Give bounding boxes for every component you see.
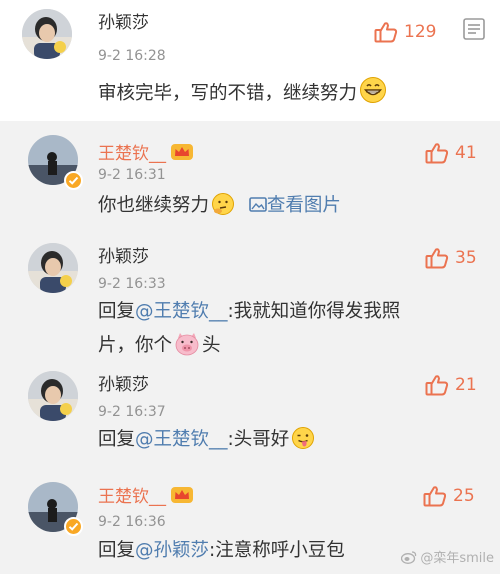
top-comment-time: 9-2 16:28 [98, 48, 166, 64]
reply-text-content: 片，你个 [98, 335, 173, 356]
reply-user-name-text[interactable]: 王楚钦__ [98, 144, 166, 164]
reply-text-line-2: 片，你个 头 [98, 329, 478, 368]
reply-text: 你也继续努力 查看图片 [98, 189, 341, 228]
reply-text-content: 头 [202, 335, 221, 356]
reply-text-content: 你也继续努力 [98, 195, 210, 216]
reply-list: 王楚钦__ 9-2 16:31 41 你也继续努力 查看图片 孙颖莎 9-2 1… [0, 121, 500, 574]
list-item: 孙颖莎 9-2 16:33 35 回复@王楚钦__:我就知道你得发我照 片，你个… [0, 233, 500, 365]
avatar-image [28, 243, 78, 293]
reply-user-name[interactable]: 王楚钦__ [98, 142, 194, 167]
reply-time: 9-2 16:31 [98, 167, 166, 183]
reply-prefix: 回复 [98, 429, 136, 450]
view-image-link-text[interactable]: 查看图片 [267, 195, 341, 216]
thumbs-up-icon [425, 143, 449, 164]
reply-time: 9-2 16:36 [98, 514, 166, 530]
reply-user-name[interactable]: 孙颖莎 [98, 375, 149, 395]
thumbs-up-icon [425, 375, 449, 396]
reply-text: 回复@王楚钦__:我就知道你得发我照 片，你个 头 [98, 295, 478, 368]
reply-like-button[interactable]: 21 [425, 373, 477, 397]
verified-badge-icon [64, 517, 83, 536]
reply-user-name-text[interactable]: 王楚钦__ [98, 487, 166, 507]
grinning-face-emoji-icon [359, 76, 387, 116]
top-comment-like-count: 129 [404, 22, 437, 42]
tongue-face-emoji-icon [291, 426, 315, 462]
mention-link[interactable]: @孙颖莎 [135, 540, 209, 561]
reply-user-name[interactable]: 王楚钦__ [98, 485, 194, 510]
mention-link[interactable]: @王楚钦__ [135, 429, 228, 450]
reply-like-count: 41 [455, 143, 477, 163]
reply-text: 回复@王楚钦__:头哥好 [98, 423, 317, 462]
reply-like-button[interactable]: 35 [425, 246, 477, 270]
reply-text-content: :我就知道你得发我照 [227, 301, 401, 322]
reply-time: 9-2 16:33 [98, 276, 166, 292]
vip-crown-icon [170, 485, 194, 510]
view-image-link[interactable]: 查看图片 [249, 195, 341, 216]
reply-time: 9-2 16:37 [98, 404, 166, 420]
pig-face-emoji-icon [174, 332, 200, 368]
list-item: 孙颖莎 9-2 16:37 21 回复@王楚钦__:头哥好 [0, 365, 500, 470]
report-icon[interactable] [463, 18, 485, 40]
top-comment-text-content: 审核完毕，写的不错，继续努力 [98, 83, 358, 104]
top-comment-user-name[interactable]: 孙颖莎 [98, 13, 149, 33]
avatar-sun[interactable] [28, 371, 78, 421]
top-comment-text: 审核完毕，写的不错，继续努力 [98, 76, 389, 116]
thumbs-up-icon [425, 248, 449, 269]
reply-text: 回复@孙颖莎:注意称呼小豆包 [98, 534, 345, 568]
verified-badge-icon [64, 171, 83, 190]
reply-prefix: 回复 [98, 301, 136, 322]
mention-link[interactable]: @王楚钦__ [135, 301, 228, 322]
reply-text-content: :头哥好 [227, 429, 290, 450]
reply-text-content: :注意称呼小豆包 [209, 540, 345, 561]
avatar-image [28, 371, 78, 421]
vip-crown-icon [170, 142, 194, 167]
reply-like-button[interactable]: 41 [425, 141, 477, 165]
list-item: 王楚钦__ 9-2 16:31 41 你也继续努力 查看图片 [0, 121, 500, 233]
avatar-image [22, 9, 72, 59]
weibo-logo-icon [401, 550, 417, 564]
thinking-face-emoji-icon [211, 192, 235, 228]
avatar-sun[interactable] [22, 9, 72, 59]
watermark-text: @栾年smile [420, 551, 494, 566]
top-comment-like-button[interactable]: 129 [374, 20, 436, 44]
reply-prefix: 回复 [98, 540, 136, 561]
watermark: @栾年smile [401, 547, 494, 566]
reply-text-line-1: 回复@王楚钦__:我就知道你得发我照 [98, 295, 478, 329]
reply-user-name[interactable]: 孙颖莎 [98, 247, 149, 267]
thumbs-up-icon [374, 22, 398, 43]
thumbs-up-icon [423, 486, 447, 507]
reply-like-count: 25 [453, 486, 475, 506]
avatar-sun[interactable] [28, 243, 78, 293]
top-comment: 孙颖莎 9-2 16:28 129 审核完毕，写的不错，继续努力 [0, 0, 500, 121]
reply-like-count: 35 [455, 248, 477, 268]
reply-like-button[interactable]: 25 [423, 484, 475, 508]
reply-like-count: 21 [455, 375, 477, 395]
image-icon [249, 197, 267, 212]
